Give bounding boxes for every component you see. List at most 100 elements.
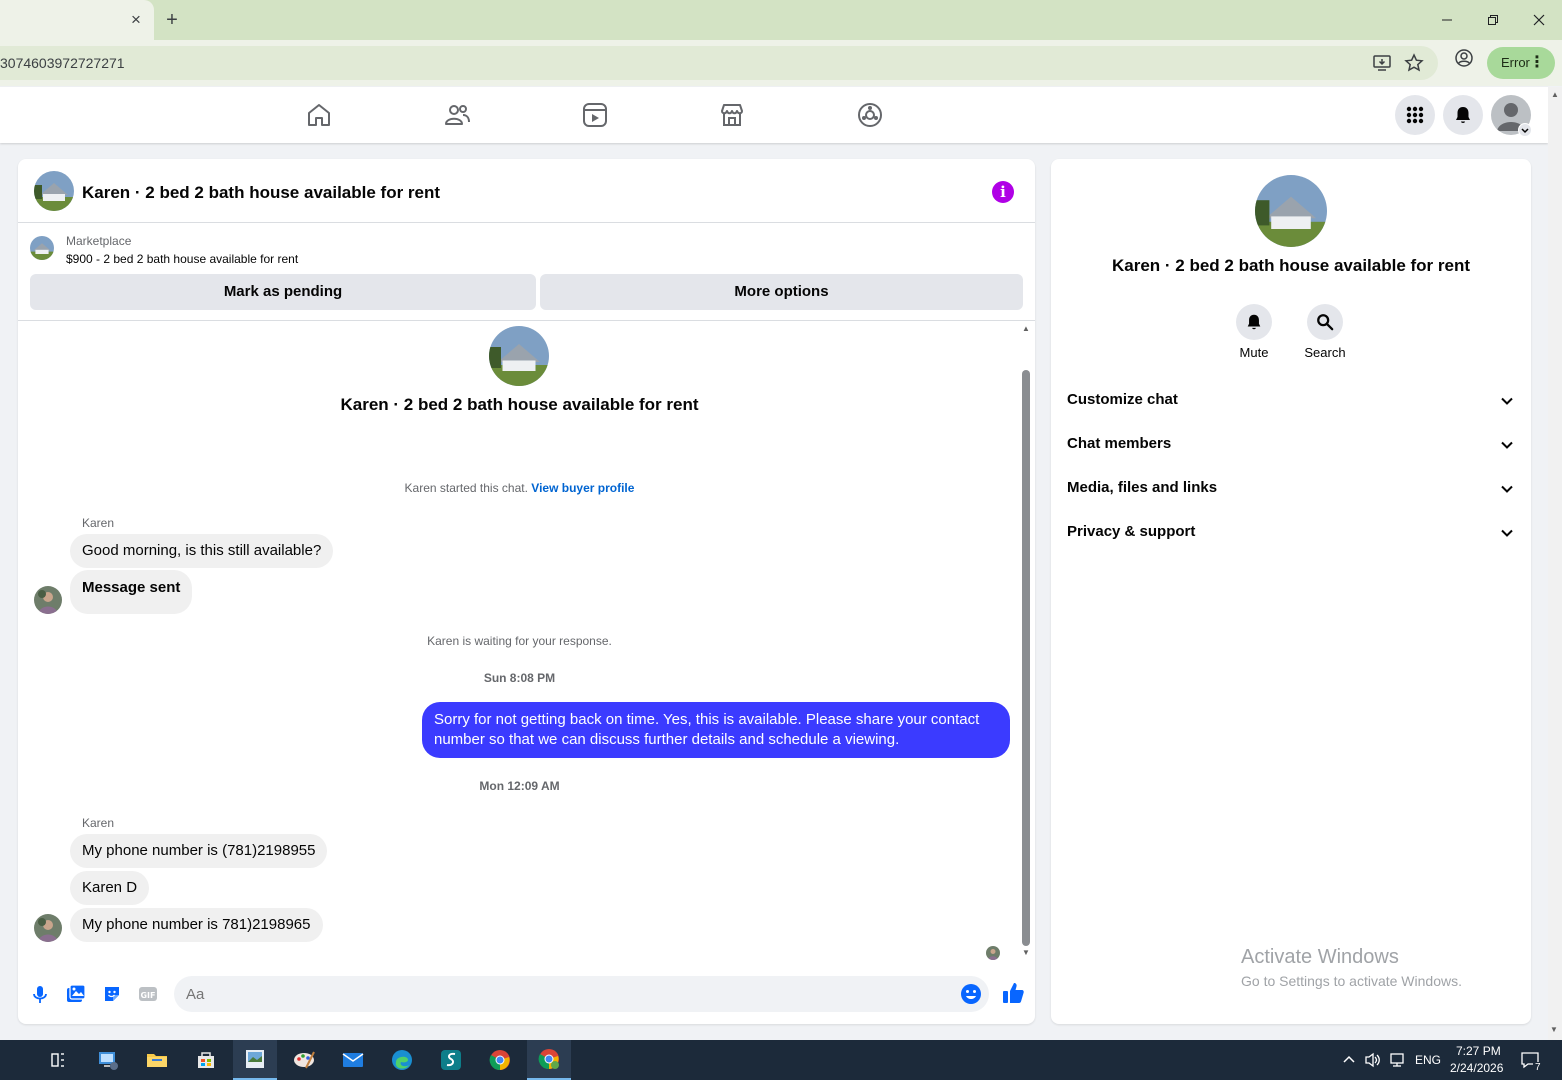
scroll-down-arrow-icon[interactable]: ▼ [1550,1025,1558,1034]
account-chevron-icon[interactable] [1518,123,1532,137]
network-icon[interactable] [1388,1052,1406,1068]
message-input[interactable] [186,984,926,1004]
sender-name: Karen [82,816,115,830]
media-files-links-section[interactable]: Media, files and links [1067,467,1515,511]
chat-header-title[interactable]: Karen · 2 bed 2 bath house available for… [82,183,440,203]
privacy-support-section[interactable]: Privacy & support [1067,511,1515,555]
outgoing-message[interactable]: Sorry for not getting back on time. Yes,… [422,702,1010,758]
taskbar-app-computer[interactable] [86,1040,130,1080]
sender-avatar[interactable] [34,914,62,942]
chevron-up-icon[interactable] [1342,1053,1356,1067]
emoji-icon[interactable] [960,983,982,1005]
taskbar-app-photos[interactable] [233,1040,277,1080]
video-icon[interactable] [581,101,609,129]
house-photo-icon [489,326,549,386]
photo-gallery-icon[interactable] [66,984,86,1004]
view-buyer-profile-link[interactable]: View buyer profile [531,481,634,495]
clock-time[interactable]: 7:27 PM [1456,1044,1501,1058]
mute-button[interactable] [1236,304,1272,340]
close-icon [1533,14,1545,26]
info-panel-title: Karen · 2 bed 2 bath house available for… [1111,256,1471,275]
clock-date[interactable]: 2/24/2026 [1450,1061,1503,1075]
house-photo-icon [30,236,54,260]
chrome-browser-icon [538,1049,559,1070]
address-bar[interactable]: 3074603972727271 [0,46,1438,80]
mail-icon [342,1053,364,1067]
conversation-info-icon[interactable]: i [992,181,1014,203]
gif-icon[interactable]: GIF [138,984,158,1004]
taskbar-app-paint[interactable] [282,1040,326,1080]
chat-info-panel: Karen · 2 bed 2 bath house available for… [1051,159,1531,1024]
scroll-up-arrow-icon[interactable]: ▲ [1551,90,1559,99]
close-window-button[interactable] [1516,0,1562,40]
task-view-button[interactable] [36,1040,80,1080]
timestamp: Mon 12:09 AM [479,779,560,793]
gaming-icon[interactable] [856,101,884,129]
timestamp: Sun 8:08 PM [483,671,556,685]
chat-started-notice: Karen started this chat. View buyer prof… [18,481,1021,495]
customize-chat-section[interactable]: Customize chat [1067,379,1515,423]
install-app-icon[interactable] [1372,53,1392,73]
page-scrollbar[interactable]: ▲ [1548,87,1562,1040]
input-language[interactable]: ENG [1415,1053,1441,1067]
incoming-message[interactable]: My phone number is 781)2198965 [70,908,323,942]
notifications-button[interactable] [1443,95,1483,135]
chat-members-section[interactable]: Chat members [1067,423,1515,467]
friends-icon[interactable] [443,101,471,129]
marketplace-icon[interactable] [718,101,746,129]
mark-as-pending-button[interactable]: Mark as pending [30,274,536,310]
sender-avatar[interactable] [34,586,62,614]
like-thumbs-up-icon[interactable] [1001,981,1025,1005]
minimize-button[interactable] [1424,0,1470,40]
listing-thumbnail[interactable] [34,171,74,211]
incoming-message[interactable]: Message sent [70,570,193,614]
profile-error-button[interactable]: Error ⋮ [1487,47,1555,79]
chat-header: Karen · 2 bed 2 bath house available for… [18,159,1035,223]
chevron-down-icon [1501,529,1513,537]
scroll-up-arrow-icon[interactable]: ▲ [1021,324,1031,333]
incoming-message[interactable]: Good morning, is this still available? [70,534,334,568]
search-button[interactable] [1307,304,1343,340]
taskbar-app-mail[interactable] [331,1040,375,1080]
tab-close-button[interactable]: × [126,8,146,32]
new-tab-button[interactable]: + [162,8,182,32]
taskbar-app-edge[interactable] [380,1040,424,1080]
browser-tab[interactable]: × [0,0,154,40]
menu-button[interactable] [1395,95,1435,135]
incoming-message[interactable]: Karen D [70,871,150,905]
store-icon [198,1052,214,1068]
image-viewer-icon [246,1050,264,1068]
restore-button[interactable] [1470,0,1516,40]
task-view-icon [51,1053,64,1067]
more-options-button[interactable]: More options [540,274,1023,310]
messages-scrollbar[interactable]: ▲ ▼ [1021,324,1031,964]
sticker-icon[interactable] [102,984,122,1004]
taskbar-app-chrome-profile[interactable] [527,1040,571,1080]
taskbar-app-store[interactable] [184,1040,228,1080]
profile-icon[interactable] [1454,48,1474,68]
conversation-info-avatar [1255,175,1327,247]
bookmark-star-icon[interactable] [1404,53,1424,73]
watermark-line-2: Go to Settings to activate Windows. [1241,973,1462,989]
windows-taskbar: ENG 7:27 PM 2/24/2026 7 [0,1040,1562,1080]
volume-icon[interactable] [1364,1052,1382,1068]
browser-toolbar: 3074603972727271 Error ⋮ [0,40,1562,86]
scrollbar-thumb[interactable] [1022,370,1030,946]
taskbar-app-file-explorer[interactable] [135,1040,179,1080]
taskbar-app-chrome[interactable] [478,1040,522,1080]
seen-indicator-avatar [986,946,1000,960]
taskbar-app-s[interactable] [429,1040,473,1080]
browser-tab-strip: × + [0,0,1562,40]
home-icon[interactable] [305,101,333,129]
section-label: Chat members [1067,435,1172,452]
incoming-message[interactable]: My phone number is (781)2198955 [70,834,328,868]
notification-count: 7 [1533,1062,1543,1073]
message-composer[interactable] [174,976,989,1012]
chat-started-text: Karen started this chat. [404,481,528,495]
scroll-down-arrow-icon[interactable]: ▼ [1021,948,1031,957]
microphone-icon[interactable] [30,984,50,1004]
edge-browser-icon [392,1050,412,1070]
listing-small-thumbnail[interactable] [30,236,54,260]
section-label: Customize chat [1067,391,1178,408]
listing-title[interactable]: $900 - 2 bed 2 bath house available for … [66,252,298,266]
